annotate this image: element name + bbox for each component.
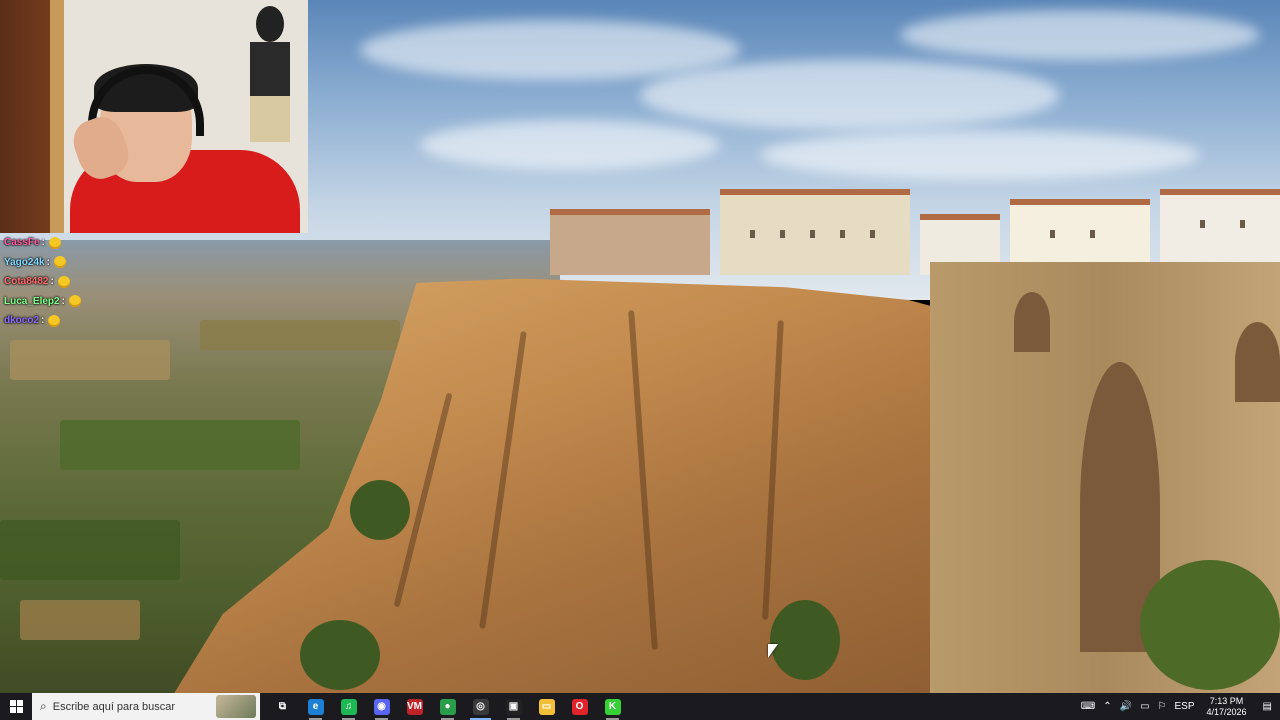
volume-icon[interactable]: 🔊 [1116,693,1136,720]
windows-logo-icon [9,700,23,713]
chat-message: Yago24k : [4,253,124,273]
search-highlight-image [216,695,256,718]
kick-taskbar-button[interactable]: K [596,693,629,720]
clock-date: 4/17/2026 [1206,706,1247,717]
shrub [300,620,380,690]
chat-message: CassFe : [4,233,124,253]
chat-username: Yago24k [4,256,45,268]
discord-taskbar-button[interactable]: ◉ [365,693,398,720]
spotify-icon: ♫ [340,698,357,715]
edge-icon: e [307,698,324,715]
emote-icon [57,275,70,288]
opera-taskbar-button[interactable]: O [563,693,596,720]
clock[interactable]: 7:13 PM 4/17/2026 [1199,696,1255,718]
kick-icon: K [604,698,621,715]
obs-taskbar-button[interactable]: ◎ [464,693,497,720]
shrub [350,480,410,540]
task-view-taskbar-button[interactable]: ⧉ [266,693,299,720]
shrub [1140,560,1280,690]
system-tray: ⌨ ⌃ 🔊 ▭ ⚐ ESP 7:13 PM 4/17/2026 ▤ [1077,693,1280,720]
clock-time: 7:13 PM [1209,695,1244,706]
edge-taskbar-button[interactable]: e [299,693,332,720]
voicemeeter-icon: VM [406,698,423,715]
chat-username: dkoco2 [4,315,40,327]
chat-message: dkoco2 : [4,311,124,331]
search-icon: ⌕ [40,699,47,713]
emote-icon [48,236,61,249]
webcam-overlay [0,0,308,233]
wall-figure [244,6,296,156]
keyboard-icon[interactable]: ⌨ [1077,693,1099,720]
chrome-taskbar-button[interactable]: ● [431,693,464,720]
taskbar-search[interactable]: ⌕ Escribe aquí para buscar [32,693,260,720]
opera-icon: O [571,698,588,715]
discord-icon: ◉ [373,698,390,715]
shrub [770,600,840,680]
mouse-cursor [768,644,778,658]
steam-chat-icon: ▣ [505,698,522,715]
file-explorer-taskbar-button[interactable]: ▭ [530,693,563,720]
location-icon[interactable]: ⚐ [1154,693,1171,720]
emote-icon [48,314,61,327]
spotify-taskbar-button[interactable]: ♫ [332,693,365,720]
start-button[interactable] [0,693,32,720]
emote-icon [53,256,66,269]
chevron-up-icon[interactable]: ⌃ [1099,693,1115,720]
chrome-icon: ● [439,698,456,715]
voicemeeter-taskbar-button[interactable]: VM [398,693,431,720]
notification-icon[interactable]: ▤ [1255,693,1280,720]
pinned-apps: ⧉ e ♫ ◉ VM ● ◎ ▣ ▭ O K [266,693,629,720]
search-placeholder: Escribe aquí para buscar [52,700,176,713]
chat-username: Luca_Elep2 [4,295,60,307]
taskbar: ⌕ Escribe aquí para buscar ⧉ e ♫ ◉ VM ● ◎ ▣ ▭ O K … [0,693,1280,720]
steam-chat-taskbar-button[interactable]: ▣ [497,693,530,720]
file-explorer-icon: ▭ [538,698,555,715]
chat-username: CassFe [4,237,40,249]
task-view-icon: ⧉ [278,701,287,712]
emote-icon [68,295,81,308]
network-icon[interactable]: ▭ [1136,693,1153,720]
town-buildings [550,180,1280,275]
chat-message: Luca_Elep2 : [4,292,124,312]
chat-username: Cota8482 [4,276,49,288]
chat-overlay: CassFe : Yago24k : Cota8482 : Luca_Elep2… [4,233,124,331]
chat-message: Cota8482 : [4,272,124,292]
language-indicator[interactable]: ESP [1170,693,1198,720]
obs-icon: ◎ [472,698,489,715]
